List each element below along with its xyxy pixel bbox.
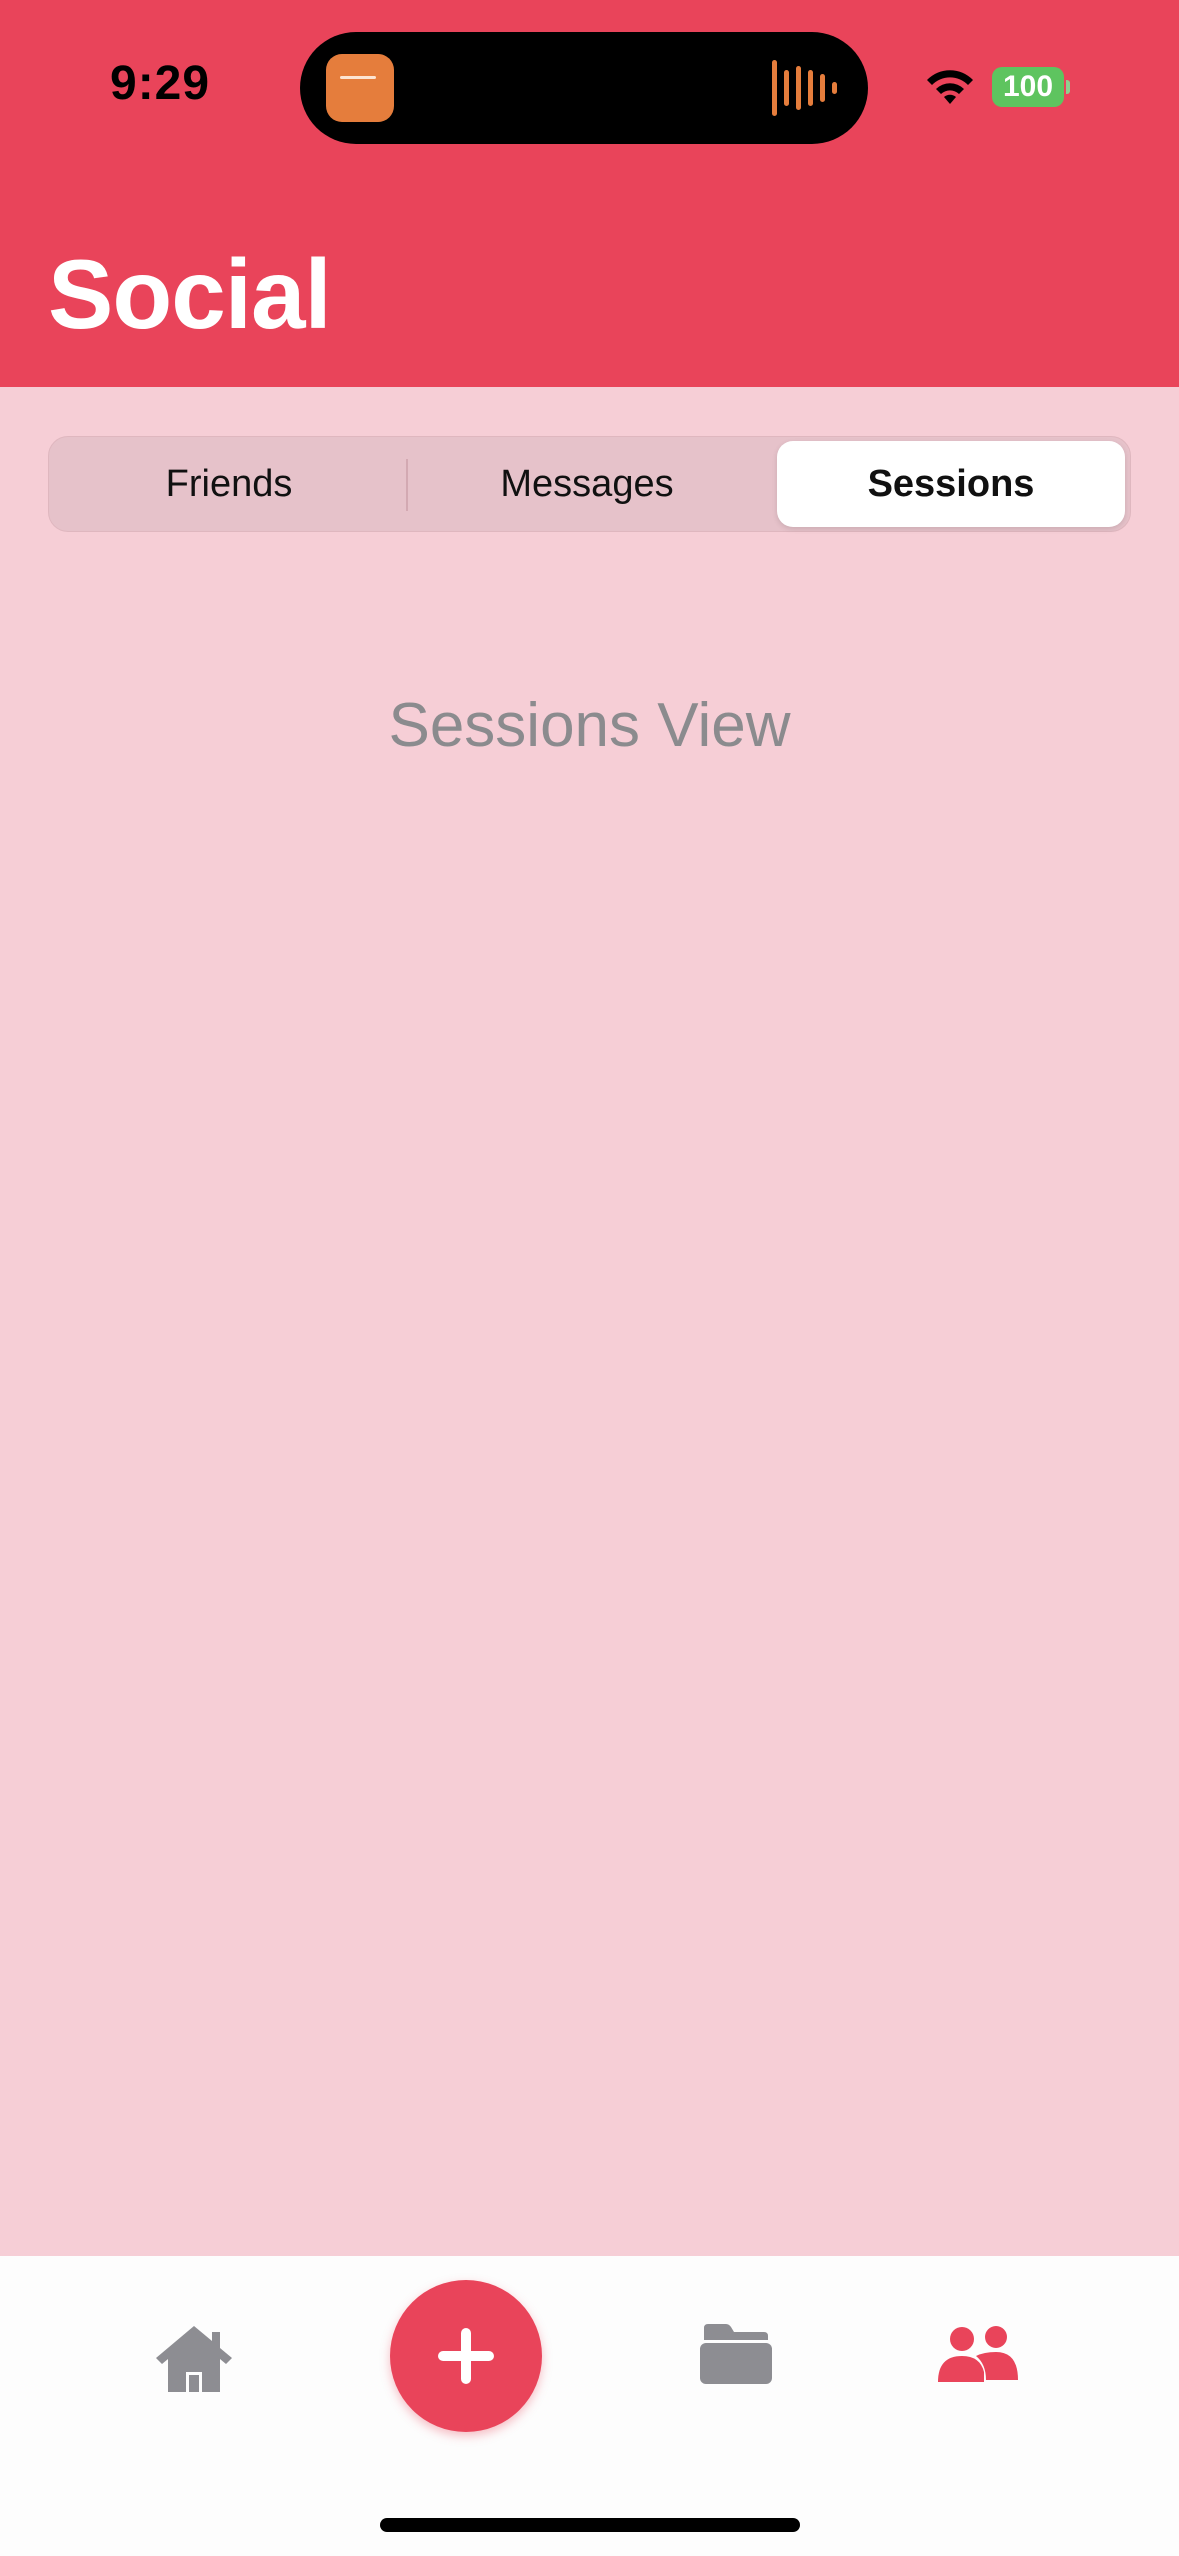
house-icon[interactable] [154,2322,234,2394]
wifi-icon [927,70,973,104]
plus-icon [438,2328,494,2384]
status-time: 9:29 [110,57,211,110]
tab-bar [0,2256,1179,2556]
segment-messages[interactable]: Messages [407,441,767,527]
add-button[interactable] [390,2280,542,2432]
page-title: Social [48,239,332,349]
battery-indicator: 100 [992,67,1064,107]
segment-friends[interactable]: Friends [53,441,405,527]
dynamic-island[interactable] [300,32,868,144]
people-icon[interactable] [936,2326,1020,2384]
header-bar: 9:29 100 Social [0,0,1179,387]
battery-tip [1066,80,1070,94]
home-indicator [380,2518,800,2532]
segment-sessions[interactable]: Sessions [777,441,1125,527]
sessions-placeholder-text: Sessions View [388,691,791,760]
folder-icon[interactable] [700,2324,772,2384]
audio-waveform-icon [772,60,837,116]
app-icon [326,54,394,122]
segmented-control: Friends Messages Sessions [48,436,1131,532]
app-screen: 9:29 100 Social Friends Messages Session… [0,0,1179,2556]
